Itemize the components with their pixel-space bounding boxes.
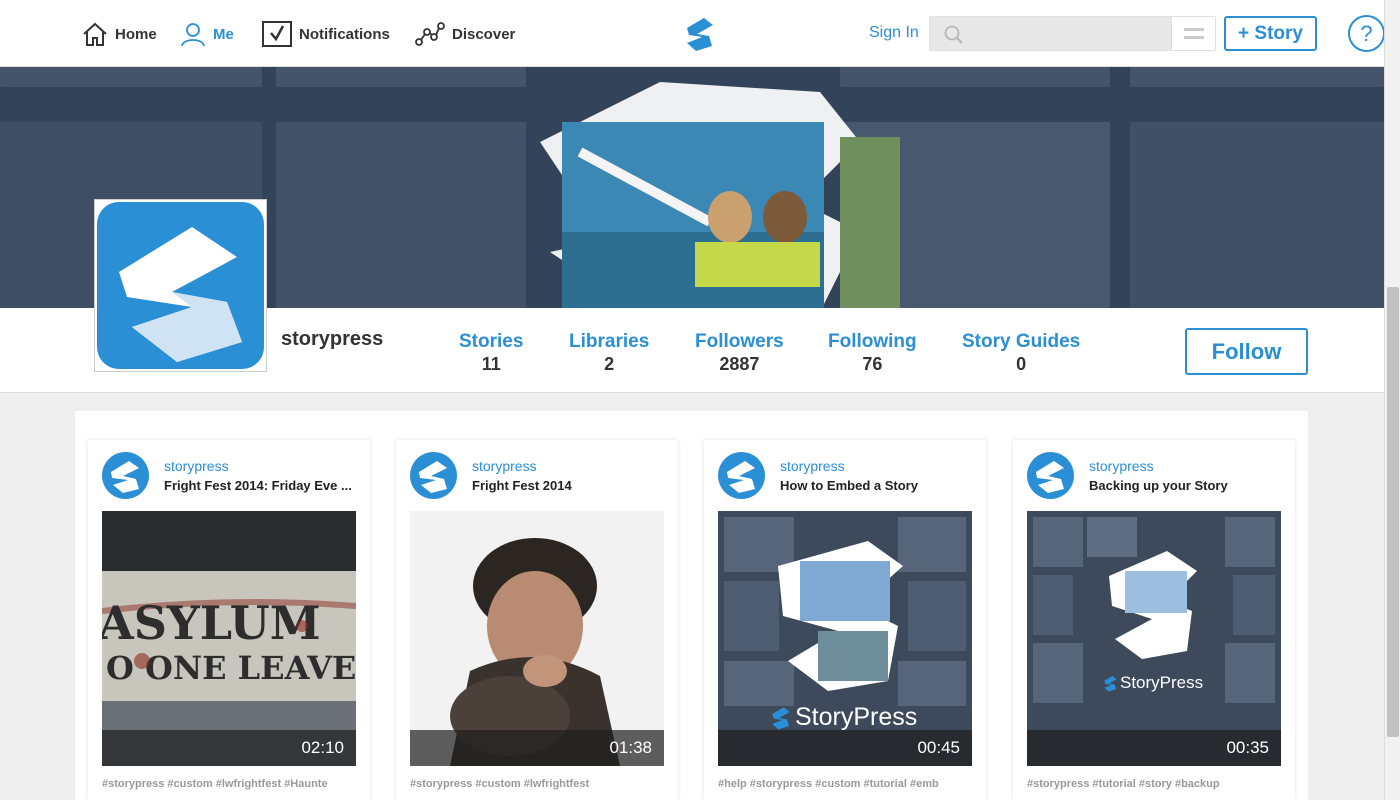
card-thumbnail[interactable]: StoryPress 00:35 (1027, 511, 1281, 766)
nav-notifications[interactable]: Notifications (262, 20, 390, 48)
stat-label: Story Guides (962, 331, 1081, 352)
checkbox-icon (262, 21, 292, 47)
brand-text: StoryPress (795, 703, 918, 731)
profile-name: storypress (281, 328, 384, 350)
stat-value: 76 (862, 354, 883, 374)
stat-label: Followers (695, 331, 784, 352)
stat-value: 2 (604, 354, 615, 374)
nav-notifications-label: Notifications (299, 25, 390, 43)
card-title[interactable]: Backing up your Story (1089, 478, 1287, 493)
card-tags[interactable]: #storypress #custom #lwfrightfest #Haunt… (102, 778, 356, 790)
nav-discover[interactable]: Discover (415, 20, 515, 48)
card-thumbnail[interactable]: StoryPress 00:45 (718, 511, 972, 766)
menu-bar-icon (1183, 36, 1204, 39)
menu-bar-icon (1183, 28, 1204, 31)
card-author-link[interactable]: storypress (1089, 458, 1154, 474)
card-tags[interactable]: #storypress #tutorial #story #backup (1027, 778, 1281, 790)
author-avatar-icon[interactable] (1027, 452, 1074, 499)
nav-me-label: Me (213, 25, 234, 43)
portrait-image (410, 511, 664, 766)
stat-stories[interactable]: Stories 11 (459, 331, 523, 375)
scrollbar-thumb[interactable] (1387, 287, 1399, 737)
video-duration: 00:45 (917, 738, 960, 757)
nav-me[interactable]: Me (180, 20, 234, 48)
brand-text: StoryPress (1120, 673, 1204, 692)
storypress-logo-icon[interactable] (684, 16, 716, 52)
card-title[interactable]: Fright Fest 2014 (472, 478, 670, 493)
home-icon (83, 22, 107, 46)
profile-avatar (95, 200, 266, 371)
storypress-avatar-icon (97, 202, 264, 369)
search-menu-button[interactable] (1171, 17, 1215, 50)
follow-button[interactable]: Follow (1185, 328, 1308, 375)
brand-wordmark: StoryPress (770, 703, 917, 732)
stat-label: Libraries (569, 331, 650, 352)
stat-libraries[interactable]: Libraries 2 (569, 331, 649, 375)
storypress-logo-icon (1104, 675, 1117, 691)
stat-label: Following (828, 331, 917, 352)
author-avatar-icon[interactable] (410, 452, 457, 499)
storypress-logo-icon (772, 706, 790, 729)
search-input[interactable] (970, 17, 1170, 50)
nav-home-label: Home (115, 25, 157, 43)
stat-value: 2887 (719, 354, 760, 374)
add-story-button[interactable]: + Story (1224, 16, 1317, 51)
sign-in-link[interactable]: Sign In (869, 24, 919, 42)
card-tags[interactable]: #help #storypress #custom #tutorial #emb (718, 778, 972, 790)
asylum-sign-image: ASYLUM O ONE LEAVE (102, 511, 356, 766)
card-tags[interactable]: #storypress #custom #lwfrightfest (410, 778, 664, 790)
card-title[interactable]: How to Embed a Story (780, 478, 978, 493)
search-icon (944, 25, 963, 44)
search-box (929, 16, 1216, 51)
story-card[interactable]: storypress Fright Fest 2014: Friday Eve … (88, 440, 370, 800)
story-card[interactable]: storypress How to Embed a Story StoryPre… (704, 440, 986, 800)
author-avatar-icon[interactable] (718, 452, 765, 499)
svg-text:ASYLUM: ASYLUM (102, 596, 321, 650)
user-icon (181, 23, 205, 47)
card-thumbnail[interactable]: ASYLUM O ONE LEAVE 02:10 (102, 511, 356, 766)
stat-followers[interactable]: Followers 2887 (695, 331, 784, 375)
stat-following[interactable]: Following 76 (828, 331, 917, 375)
card-title[interactable]: Fright Fest 2014: Friday Eve ... (164, 478, 362, 493)
card-author-link[interactable]: storypress (780, 458, 845, 474)
card-author-link[interactable]: storypress (164, 458, 229, 474)
top-navigation: Home Me Notifications Discover Sign In +… (0, 0, 1385, 67)
video-duration: 01:38 (609, 738, 652, 757)
stat-value: 11 (481, 354, 501, 374)
author-avatar-icon[interactable] (102, 452, 149, 499)
stat-value: 0 (1016, 354, 1027, 374)
discover-icon (415, 22, 445, 46)
storypress-promo-image (1027, 511, 1281, 766)
video-duration: 02:10 (301, 738, 344, 757)
card-thumbnail[interactable]: 01:38 (410, 511, 664, 766)
story-card[interactable]: storypress Backing up your Story StoryPr… (1013, 440, 1295, 800)
brand-wordmark: StoryPress (1103, 673, 1203, 693)
video-duration: 00:35 (1226, 738, 1269, 757)
help-button[interactable]: ? (1348, 15, 1385, 52)
story-card[interactable]: storypress Fright Fest 2014 01:38 #story… (396, 440, 678, 800)
stat-label: Stories (459, 331, 524, 352)
stat-story-guides[interactable]: Story Guides 0 (962, 331, 1080, 375)
banner-storypress-emblem (540, 82, 900, 308)
nav-home[interactable]: Home (82, 20, 157, 48)
page-scrollbar[interactable] (1384, 0, 1400, 800)
nav-discover-label: Discover (452, 25, 516, 43)
card-author-link[interactable]: storypress (472, 458, 537, 474)
